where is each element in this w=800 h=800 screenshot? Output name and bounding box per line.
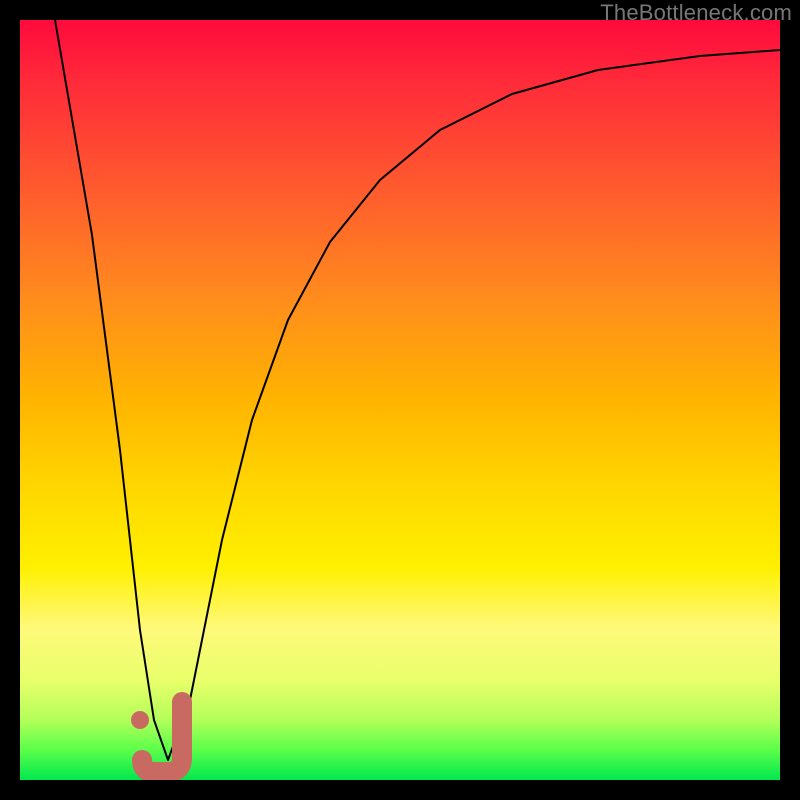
plot-area	[20, 20, 780, 780]
curve-min-marker-j	[142, 702, 182, 772]
watermark-text: TheBottleneck.com	[600, 0, 792, 26]
bottleneck-curve	[55, 20, 780, 760]
chart-frame: TheBottleneck.com	[0, 0, 800, 800]
curve-min-dot	[131, 711, 149, 729]
curve-layer	[20, 20, 780, 780]
